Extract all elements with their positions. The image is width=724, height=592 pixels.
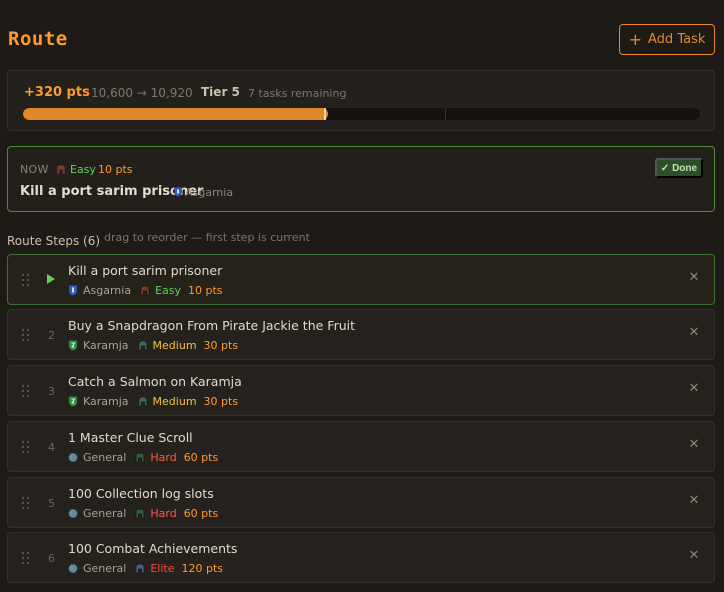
progress-bar-fill xyxy=(23,108,328,120)
step-region: Asgarnia xyxy=(83,284,132,297)
steps-title: Route Steps (6) xyxy=(7,234,101,248)
progress-card: +320 pts 10,600 → 10,920 Tier 5 7 tasks … xyxy=(7,70,715,131)
step-meta: General Hard 60 pts xyxy=(68,451,218,464)
tasks-remaining: 7 tasks remaining xyxy=(248,87,347,100)
globe-icon xyxy=(68,452,78,463)
step-meta: General Elite 120 pts xyxy=(68,562,223,575)
done-button[interactable]: ✓ Done xyxy=(655,158,703,178)
step-number: 6 xyxy=(48,552,55,565)
asgarnia-shield-icon xyxy=(174,187,182,197)
helmet-icon xyxy=(138,340,147,351)
close-icon[interactable]: ✕ xyxy=(687,438,701,452)
route-step-row[interactable]: 5 100 Collection log slots General Hard … xyxy=(7,477,715,528)
step-title: 100 Combat Achievements xyxy=(68,541,238,556)
globe-icon xyxy=(68,563,78,574)
step-region: General xyxy=(83,451,127,464)
tier-label: Tier 5 xyxy=(201,85,240,99)
step-meta: Karamja Medium 30 pts xyxy=(68,339,238,352)
step-points: 30 pts xyxy=(203,339,239,352)
plus-icon: + xyxy=(628,29,643,49)
step-title: Buy a Snapdragon From Pirate Jackie the … xyxy=(68,318,356,333)
step-number: 2 xyxy=(48,329,55,342)
step-title: Kill a port sarim prisoner xyxy=(68,263,223,278)
step-region: General xyxy=(83,562,127,575)
step-region: Karamja xyxy=(83,339,129,352)
now-points: 10 pts xyxy=(98,163,133,176)
close-icon[interactable]: ✕ xyxy=(687,326,701,340)
step-number: 3 xyxy=(48,385,55,398)
step-number: 5 xyxy=(48,497,55,510)
step-points: 60 pts xyxy=(183,507,219,520)
helmet-icon xyxy=(56,164,66,175)
helmet-icon xyxy=(135,452,145,463)
step-points: 10 pts xyxy=(188,284,223,297)
close-icon[interactable]: ✕ xyxy=(687,549,701,563)
points-range: 10,600 → 10,920 xyxy=(91,86,193,100)
step-region: General xyxy=(83,507,127,520)
step-meta: General Hard 60 pts xyxy=(68,507,218,520)
step-difficulty: Medium xyxy=(152,395,197,408)
close-icon[interactable]: ✕ xyxy=(687,382,701,396)
progress-bar-tick xyxy=(445,108,446,120)
add-task-label: Add Task xyxy=(648,32,706,47)
karamja-shield-icon xyxy=(68,396,78,407)
drag-handle-icon[interactable] xyxy=(22,552,30,564)
route-header: Route + Add Task xyxy=(0,0,724,70)
helmet-icon xyxy=(135,508,145,519)
helmet-icon xyxy=(140,285,150,296)
now-difficulty: Easy xyxy=(70,163,96,176)
drag-handle-icon[interactable] xyxy=(22,385,30,397)
asgarnia-shield-icon xyxy=(68,285,78,296)
drag-handle-icon[interactable] xyxy=(22,274,30,286)
progress-bar-marker xyxy=(324,108,326,120)
step-difficulty: Elite xyxy=(150,562,175,575)
route-step-row[interactable]: 2 Buy a Snapdragon From Pirate Jackie th… xyxy=(7,309,715,360)
step-difficulty: Medium xyxy=(152,339,197,352)
step-title: Catch a Salmon on Karamja xyxy=(68,374,242,389)
route-step-row[interactable]: 3 Catch a Salmon on Karamja Karamja Medi… xyxy=(7,365,715,416)
current-task-card: NOW Easy 10 pts Kill a port sarim prison… xyxy=(7,146,715,212)
close-icon[interactable]: ✕ xyxy=(687,494,701,508)
play-icon xyxy=(47,274,55,284)
route-step-row[interactable]: Kill a port sarim prisoner Asgarnia Easy… xyxy=(7,254,715,305)
step-number: 4 xyxy=(48,441,55,454)
drag-handle-icon[interactable] xyxy=(22,497,30,509)
add-task-button[interactable]: + Add Task xyxy=(619,24,715,55)
step-meta: Asgarnia Easy 10 pts xyxy=(68,284,223,297)
page-title: Route xyxy=(8,28,68,50)
step-difficulty: Hard xyxy=(150,451,177,464)
karamja-shield-icon xyxy=(68,340,78,351)
now-region: Asgarnia xyxy=(185,186,234,199)
points-gain: +320 pts xyxy=(24,85,90,100)
steps-header: Route Steps (6) drag to reorder — first … xyxy=(7,230,310,249)
drag-handle-icon[interactable] xyxy=(22,441,30,453)
route-step-row[interactable]: 4 1 Master Clue Scroll General Hard 60 p… xyxy=(7,421,715,472)
step-difficulty: Hard xyxy=(150,507,177,520)
route-step-row[interactable]: 6 100 Combat Achievements General Elite … xyxy=(7,532,715,583)
step-title: 100 Collection log slots xyxy=(68,486,214,501)
step-points: 120 pts xyxy=(181,562,224,575)
step-region: Karamja xyxy=(83,395,129,408)
step-points: 30 pts xyxy=(203,395,239,408)
close-icon[interactable]: ✕ xyxy=(687,271,701,285)
helmet-icon xyxy=(138,396,147,407)
step-meta: Karamja Medium 30 pts xyxy=(68,395,238,408)
progress-bar xyxy=(23,108,700,120)
steps-hint: drag to reorder — first step is current xyxy=(104,231,310,244)
step-points: 60 pts xyxy=(183,451,219,464)
step-difficulty: Easy xyxy=(155,284,182,297)
step-title: 1 Master Clue Scroll xyxy=(68,430,193,445)
helmet-icon xyxy=(135,563,145,574)
globe-icon xyxy=(68,508,78,519)
drag-handle-icon[interactable] xyxy=(22,329,30,341)
now-label: NOW xyxy=(20,163,49,176)
